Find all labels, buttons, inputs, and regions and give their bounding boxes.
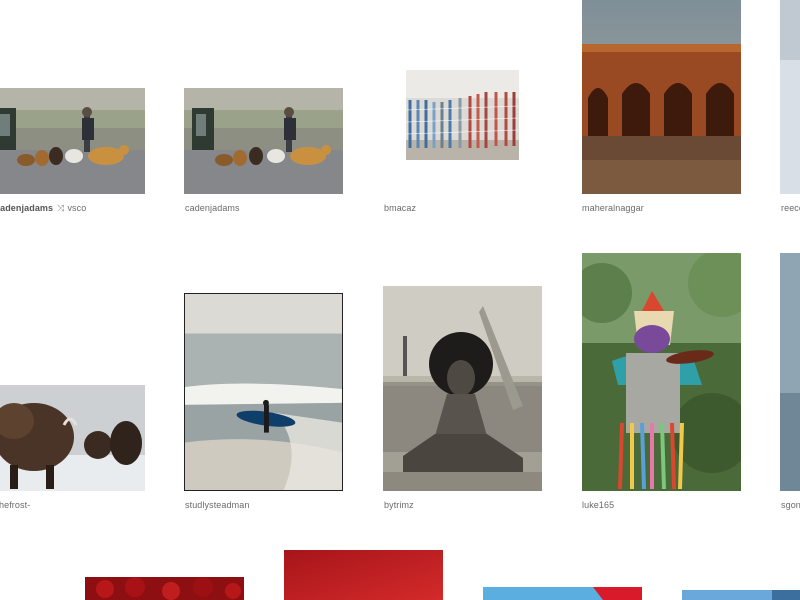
photo-tile-surfer[interactable] [184,293,343,491]
surfer-photo [185,294,342,490]
photo-tile-violinist[interactable] [582,253,741,491]
roses-photo [85,577,244,600]
caption-r1c4[interactable]: maheralnaggar [582,203,644,213]
caption-r1c5[interactable]: reece [781,203,800,213]
caption-r2c4[interactable]: luke165 [582,500,614,510]
blue-red-photo [483,587,642,600]
dogs-photo [0,88,145,194]
caption-r2c2[interactable]: studlysteadman [185,500,249,510]
caption-r2c1[interactable]: hefrost- [0,500,30,510]
caption-r1c3[interactable]: bmacaz [384,203,416,213]
bison-photo [0,385,145,491]
portrait-photo [383,286,542,491]
photo-tile-bison[interactable] [0,385,145,491]
dogs-photo [184,88,343,194]
repost-icon: ⤨ [57,203,65,213]
caption-r2c3[interactable]: bytrimz [384,500,414,510]
photo-tile-roses[interactable] [85,577,244,600]
photo-tile-arches[interactable] [582,0,741,194]
photo-tile-chairs[interactable] [406,70,519,160]
sky-photo [682,590,800,600]
photo-tile-snow[interactable] [780,0,800,194]
violinist-photo [582,253,741,491]
photo-tile-water[interactable] [780,253,800,491]
photo-tile-portrait[interactable] [383,286,542,491]
chairs-photo [406,70,519,160]
photo-tile-dogs-2[interactable] [184,88,343,194]
username-label[interactable]: cadenjadams [0,203,53,213]
photo-tile-sky[interactable] [682,590,800,600]
caption-r1c2[interactable]: cadenjadams [185,203,240,213]
snow-photo [780,0,800,194]
water-photo [780,253,800,491]
photo-tile-blue-red[interactable] [483,587,642,600]
photo-tile-dogs-1[interactable] [0,88,145,194]
caption-r1c1[interactable]: cadenjadams ⤨ vsco [0,203,86,214]
caption-r2c5[interactable]: sgon [781,500,800,510]
photo-tile-red[interactable] [284,550,443,600]
repost-source-label[interactable]: vsco [67,203,86,213]
arches-photo [582,0,741,194]
red-gradient-photo [284,550,443,600]
